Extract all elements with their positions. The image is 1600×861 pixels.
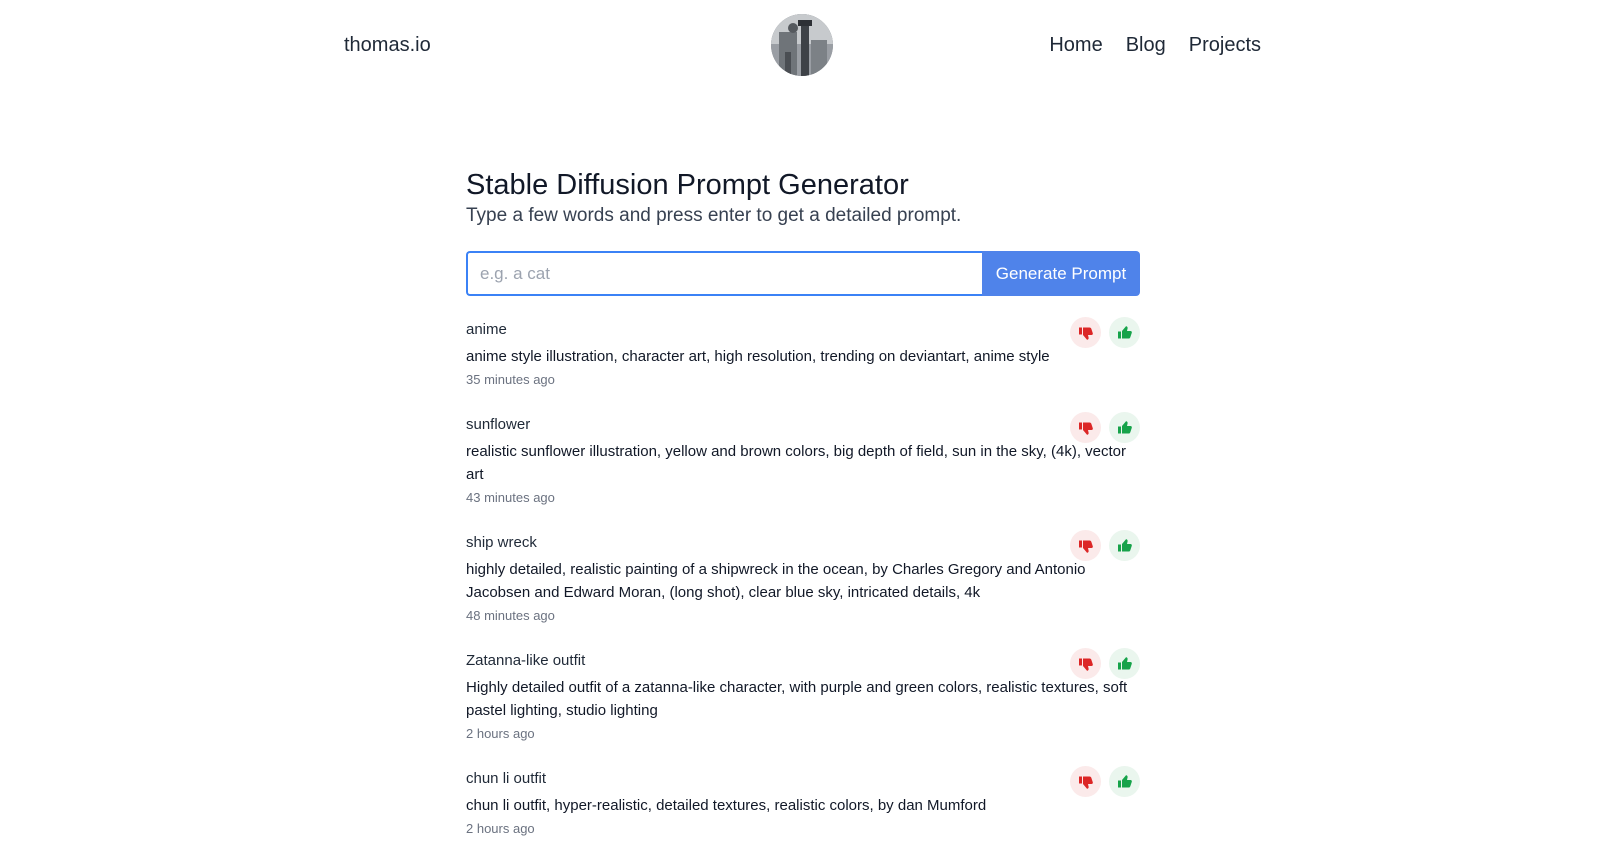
result-prompt: realistic sunflower illustration, yellow… bbox=[466, 443, 1127, 483]
main-nav: Home Blog Projects bbox=[1049, 32, 1261, 58]
thumbs-up-button[interactable] bbox=[1109, 648, 1140, 679]
nav-projects[interactable]: Projects bbox=[1189, 32, 1261, 58]
thumbs-up-button[interactable] bbox=[1109, 412, 1140, 443]
result-timestamp: 43 minutes ago bbox=[466, 490, 555, 505]
thumbs-down-icon bbox=[1078, 656, 1094, 672]
thumbs-up-icon bbox=[1117, 774, 1133, 790]
results-list: anime anime style illustration, characte… bbox=[466, 317, 1140, 841]
nav-home[interactable]: Home bbox=[1049, 32, 1102, 58]
result-keyword: ship wreck bbox=[466, 534, 537, 551]
thumbs-up-button[interactable] bbox=[1109, 317, 1140, 348]
result-keyword: sunflower bbox=[466, 416, 531, 433]
vote-buttons bbox=[1070, 648, 1140, 679]
result-timestamp: 35 minutes ago bbox=[466, 372, 555, 387]
result-timestamp: 2 hours ago bbox=[466, 726, 535, 741]
thumbs-up-button[interactable] bbox=[1109, 766, 1140, 797]
thumbs-down-button[interactable] bbox=[1070, 530, 1101, 561]
thumbs-down-icon bbox=[1078, 538, 1094, 554]
thumbs-down-button[interactable] bbox=[1070, 317, 1101, 348]
main-content: Stable Diffusion Prompt Generator Type a… bbox=[466, 166, 1140, 861]
result-item: Zatanna-like outfit Highly detailed outf… bbox=[466, 648, 1140, 746]
thumbs-up-icon bbox=[1117, 538, 1133, 554]
vote-buttons bbox=[1070, 317, 1140, 348]
page-title: Stable Diffusion Prompt Generator bbox=[466, 169, 909, 201]
thumbs-down-button[interactable] bbox=[1070, 648, 1101, 679]
prompt-input[interactable] bbox=[466, 251, 982, 296]
result-item: sunflower realistic sunflower illustrati… bbox=[466, 412, 1140, 510]
thumbs-down-icon bbox=[1078, 325, 1094, 341]
site-header: thomas.io Home Blog Projects bbox=[0, 0, 1600, 92]
result-prompt: anime style illustration, character art,… bbox=[466, 348, 1050, 365]
prompt-form: Generate Prompt bbox=[466, 251, 1140, 296]
thumbs-up-icon bbox=[1117, 325, 1133, 341]
site-name-link[interactable]: thomas.io bbox=[344, 32, 431, 58]
result-prompt: Highly detailed outfit of a zatanna-like… bbox=[466, 679, 1128, 719]
thumbs-up-button[interactable] bbox=[1109, 530, 1140, 561]
vote-buttons bbox=[1070, 766, 1140, 797]
result-prompt: highly detailed, realistic painting of a… bbox=[466, 561, 1086, 601]
result-timestamp: 2 hours ago bbox=[466, 821, 535, 836]
thumbs-down-button[interactable] bbox=[1070, 766, 1101, 797]
result-keyword: Zatanna-like outfit bbox=[466, 652, 586, 669]
nav-blog[interactable]: Blog bbox=[1126, 32, 1166, 58]
result-keyword: anime bbox=[466, 321, 507, 338]
vote-buttons bbox=[1070, 412, 1140, 443]
page-subtitle: Type a few words and press enter to get … bbox=[466, 205, 962, 226]
thumbs-down-icon bbox=[1078, 774, 1094, 790]
generate-prompt-button[interactable]: Generate Prompt bbox=[982, 251, 1140, 296]
vote-buttons bbox=[1070, 530, 1140, 561]
thumbs-down-icon bbox=[1078, 420, 1094, 436]
result-item: ship wreck highly detailed, realistic pa… bbox=[466, 530, 1140, 628]
result-timestamp: 48 minutes ago bbox=[466, 608, 555, 623]
thumbs-down-button[interactable] bbox=[1070, 412, 1101, 443]
result-keyword: chun li outfit bbox=[466, 770, 547, 787]
result-item: anime anime style illustration, characte… bbox=[466, 317, 1140, 392]
thumbs-up-icon bbox=[1117, 656, 1133, 672]
result-prompt: chun li outfit, hyper-realistic, detaile… bbox=[466, 797, 987, 814]
result-item: chun li outfit chun li outfit, hyper-rea… bbox=[466, 766, 1140, 841]
thumbs-up-icon bbox=[1117, 420, 1133, 436]
avatar[interactable] bbox=[771, 14, 833, 76]
